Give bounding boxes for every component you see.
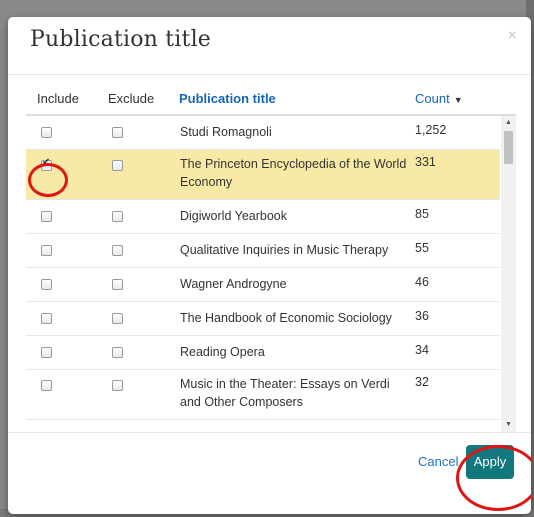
publication-count: 55 — [415, 241, 429, 255]
include-checkbox-checked[interactable]: ✔ — [41, 157, 52, 171]
chevron-up-icon[interactable]: ▲ — [501, 116, 516, 130]
close-icon[interactable]: × — [508, 27, 517, 45]
exclude-checkbox[interactable] — [112, 279, 123, 290]
publication-title: Qualitative Inquiries in Music Therapy — [180, 243, 389, 257]
table-row: Qualitative Inquiries in Music Therapy 5… — [26, 234, 500, 268]
list-scrollbar[interactable]: ▲ ▼ — [501, 116, 516, 432]
footer-divider — [8, 432, 531, 433]
scrollbar-thumb[interactable] — [504, 131, 513, 164]
publication-count: 85 — [415, 207, 429, 221]
table-row: Reading Opera 34 — [26, 336, 500, 370]
exclude-checkbox[interactable] — [112, 160, 123, 171]
cancel-button[interactable]: Cancel — [418, 454, 458, 469]
checkmark-icon: ✔ — [42, 157, 51, 168]
table-row: The Handbook of Economic Sociology 36 — [26, 302, 500, 336]
include-checkbox[interactable] — [41, 313, 52, 324]
apply-button[interactable]: Apply — [466, 445, 514, 479]
publication-title-dialog: Publication title × Include Exclude Publ… — [8, 17, 531, 514]
exclude-checkbox[interactable] — [112, 380, 123, 391]
publication-count: 46 — [415, 275, 429, 289]
table-row-selected: ✔ The Princeton Encyclopedia of the Worl… — [26, 150, 500, 200]
table-row: Studi Romagnoli 1,252 — [26, 116, 500, 150]
exclude-checkbox[interactable] — [112, 347, 123, 358]
dialog-title: Publication title — [30, 27, 212, 52]
publication-title: Studi Romagnoli — [180, 125, 272, 139]
table-row: Wagner Androgyne 46 — [26, 268, 500, 302]
count-header-label: Count — [415, 91, 450, 106]
publication-count: 36 — [415, 309, 429, 323]
count-column-header[interactable]: Count ▼ — [415, 91, 463, 106]
table-row: Music in the Theater: Essays on Verdi an… — [26, 370, 500, 420]
include-checkbox[interactable] — [41, 279, 52, 290]
exclude-column-header: Exclude — [108, 91, 155, 106]
publication-count: 32 — [415, 375, 429, 389]
publication-title: Digiworld Yearbook — [180, 209, 288, 223]
exclude-checkbox[interactable] — [112, 313, 123, 324]
publication-count: 34 — [415, 343, 429, 357]
include-checkbox[interactable] — [41, 380, 52, 391]
include-checkbox[interactable] — [41, 127, 52, 138]
exclude-checkbox[interactable] — [112, 245, 123, 256]
table-row: Digiworld Yearbook 85 — [26, 200, 500, 234]
include-checkbox[interactable] — [41, 347, 52, 358]
header-divider — [8, 74, 531, 75]
include-column-header: Include — [37, 91, 79, 106]
publication-title: The Handbook of Economic Sociology — [180, 311, 392, 325]
publication-title: Reading Opera — [180, 345, 265, 359]
publication-title: Wagner Androgyne — [180, 277, 287, 291]
exclude-checkbox[interactable] — [112, 211, 123, 222]
exclude-checkbox[interactable] — [112, 127, 123, 138]
publication-title: Music in the Theater: Essays on Verdi an… — [180, 377, 390, 409]
include-checkbox[interactable] — [41, 211, 52, 222]
publication-count: 1,252 — [415, 123, 447, 137]
sort-desc-icon: ▼ — [453, 95, 463, 105]
include-checkbox[interactable] — [41, 245, 52, 256]
table-header: Include Exclude Publication title Count ▼ — [26, 84, 516, 116]
chevron-down-icon[interactable]: ▼ — [501, 418, 516, 432]
publication-count: 331 — [415, 155, 436, 169]
publication-title: The Princeton Encyclopedia of the World … — [180, 157, 407, 189]
title-column-header[interactable]: Publication title — [179, 91, 276, 106]
publication-list: Studi Romagnoli 1,252 ✔ The Princeton En… — [26, 116, 500, 432]
